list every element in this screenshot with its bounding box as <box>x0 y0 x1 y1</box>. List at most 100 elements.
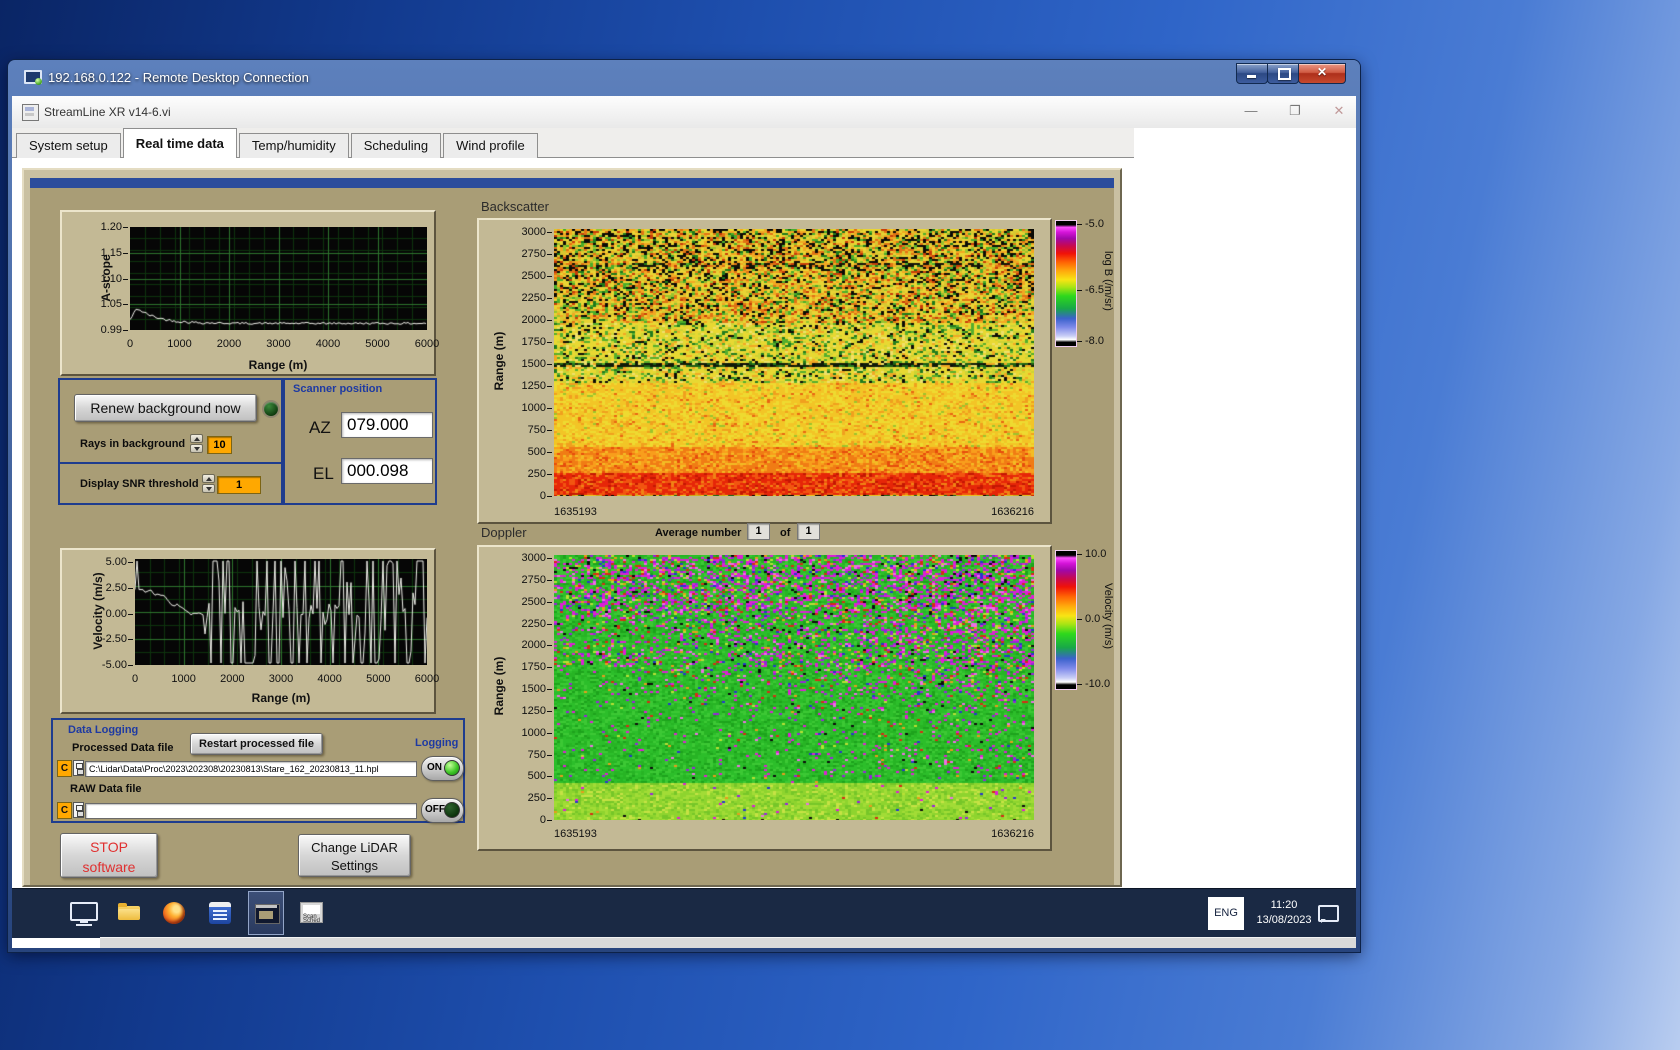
y-tick-mark <box>128 614 133 615</box>
language-indicator[interactable]: ENG <box>1208 897 1244 930</box>
backscatter-heatmap-canvas <box>554 229 1034 496</box>
processed-browse-icon[interactable] <box>73 760 84 776</box>
y-tick-mark <box>547 820 552 821</box>
tab-strip: System setupReal time dataTemp/humidityS… <box>12 128 1134 158</box>
y-tick-mark <box>547 430 552 431</box>
spinner-up-icon[interactable] <box>190 434 203 443</box>
backscatter-x-end-label: 1636216 <box>964 505 1034 519</box>
group-divider <box>60 462 281 464</box>
raw-data-file-label: RAW Data file <box>70 783 142 795</box>
y-tick-label: 1000 <box>502 401 546 415</box>
y-tick-label: 500 <box>502 769 546 783</box>
processed-path-field[interactable]: C:\Lidar\Data\Proc\2023\202308\20230813\… <box>85 761 417 777</box>
ascope-graph-frame: A-scope Range (m) 1.201.151.101.050.9901… <box>60 210 436 376</box>
snr-value-field[interactable]: 1 <box>217 476 261 494</box>
az-value-field[interactable]: 079.000 <box>341 412 433 438</box>
average-number-label: Average number <box>655 527 741 539</box>
rays-spinner[interactable] <box>190 434 203 454</box>
y-tick-label: 1.10 <box>78 272 122 286</box>
spinner-down-icon[interactable] <box>190 444 203 453</box>
processed-drive-button[interactable]: C <box>57 760 72 777</box>
taskbar-clock[interactable]: 11:20 13/08/2023 <box>1248 898 1320 928</box>
y-tick-label: 0 <box>502 489 546 503</box>
desktop: 192.168.0.122 - Remote Desktop Connectio… <box>0 0 1680 1050</box>
spinner-up-icon[interactable] <box>202 474 215 483</box>
raw-drive-button[interactable]: C <box>57 802 72 819</box>
firefox-icon[interactable] <box>163 902 185 924</box>
renew-background-button[interactable]: Renew background now <box>74 394 257 422</box>
x-tick-label: 0 <box>113 672 157 686</box>
maximize-button[interactable] <box>1267 63 1299 84</box>
y-tick-mark <box>547 776 552 777</box>
notes-app-icon[interactable] <box>209 902 231 924</box>
snr-spinner[interactable] <box>202 474 215 494</box>
x-tick-label: 5000 <box>356 337 400 351</box>
y-tick-mark <box>547 580 552 581</box>
scan-scheduler-icon[interactable]: ScanSched <box>300 902 323 923</box>
colorbar-tick-mark <box>1077 554 1082 555</box>
el-value-field[interactable]: 000.098 <box>341 458 433 484</box>
tab-wind-profile[interactable]: Wind profile <box>443 133 538 158</box>
y-tick-label: 1.20 <box>78 220 122 234</box>
y-tick-label: 1250 <box>502 704 546 718</box>
minimize-button[interactable] <box>1236 63 1268 84</box>
raw-browse-icon[interactable] <box>73 802 84 818</box>
colorbar-tick-label: -8.0 <box>1085 334 1125 348</box>
logging-label: Logging <box>415 737 458 749</box>
action-center-icon[interactable] <box>1318 905 1339 922</box>
scanner-position-title: Scanner position <box>293 383 382 395</box>
tab-real-time-data[interactable]: Real time data <box>123 128 237 158</box>
x-tick-label: 3000 <box>259 672 303 686</box>
average-total-field[interactable]: 1 <box>797 523 820 540</box>
active-app-streamline[interactable] <box>248 891 284 935</box>
app-minimize-button[interactable]: — <box>1240 103 1262 118</box>
y-tick-label: 1500 <box>502 357 546 371</box>
doppler-title: Doppler <box>481 525 527 540</box>
y-tick-label: 3000 <box>502 225 546 239</box>
y-tick-mark <box>547 386 552 387</box>
raw-logging-toggle[interactable]: OFF <box>421 798 464 823</box>
backscatter-colorbar <box>1055 220 1077 347</box>
renew-led-indicator <box>262 400 280 418</box>
average-number-field[interactable]: 1 <box>747 523 770 540</box>
y-tick-label: 1250 <box>502 379 546 393</box>
colorbar-tick-label: -6.5 <box>1085 283 1125 297</box>
change-lidar-settings-button[interactable]: Change LiDAR Settings <box>298 834 411 877</box>
toggle-on-label: ON <box>427 762 442 773</box>
app-titlebar[interactable]: StreamLine XR v14-6.vi — ❐ ✕ <box>12 96 1356 129</box>
tab-scheduling[interactable]: Scheduling <box>351 133 441 158</box>
file-explorer-icon[interactable] <box>118 906 140 920</box>
minimize-icon <box>1247 75 1256 78</box>
app-restore-button[interactable]: ❐ <box>1284 103 1306 119</box>
y-tick-label: 2500 <box>502 595 546 609</box>
panel-top-band <box>30 178 1114 188</box>
y-tick-mark <box>547 408 552 409</box>
x-tick-label: 1000 <box>158 337 202 351</box>
bottom-scroll-strip[interactable] <box>100 937 1356 948</box>
x-tick-label: 6000 <box>405 672 449 686</box>
clock-time: 11:20 <box>1248 898 1320 913</box>
close-button[interactable]: ✕ <box>1298 63 1346 84</box>
processed-logging-toggle[interactable]: ON <box>421 756 464 781</box>
restart-processed-file-button[interactable]: Restart processed file <box>190 733 323 755</box>
y-tick-mark <box>547 624 552 625</box>
tab-temp-humidity[interactable]: Temp/humidity <box>239 133 349 158</box>
stop-software-button[interactable]: STOP software <box>60 833 158 878</box>
rdp-titlebar[interactable]: 192.168.0.122 - Remote Desktop Connectio… <box>8 60 1360 96</box>
toggle-lens-icon <box>444 802 460 818</box>
y-tick-mark <box>547 798 552 799</box>
taskbar-monitor-icon[interactable] <box>70 902 98 926</box>
y-tick-mark <box>547 755 552 756</box>
spinner-down-icon[interactable] <box>202 484 215 493</box>
of-label: of <box>780 527 790 539</box>
y-tick-label: 2000 <box>502 313 546 327</box>
raw-path-field[interactable] <box>85 803 417 819</box>
colorbar-tick-label: -10.0 <box>1085 677 1125 691</box>
backscatter-colorbar-label: log B (/m/sr) <box>1102 226 1114 336</box>
app-close-button[interactable]: ✕ <box>1328 103 1350 119</box>
y-tick-mark <box>547 645 552 646</box>
data-logging-title: Data Logging <box>68 724 138 736</box>
rays-value-field[interactable]: 10 <box>207 436 232 454</box>
y-tick-mark <box>547 452 552 453</box>
tab-system-setup[interactable]: System setup <box>16 133 121 158</box>
